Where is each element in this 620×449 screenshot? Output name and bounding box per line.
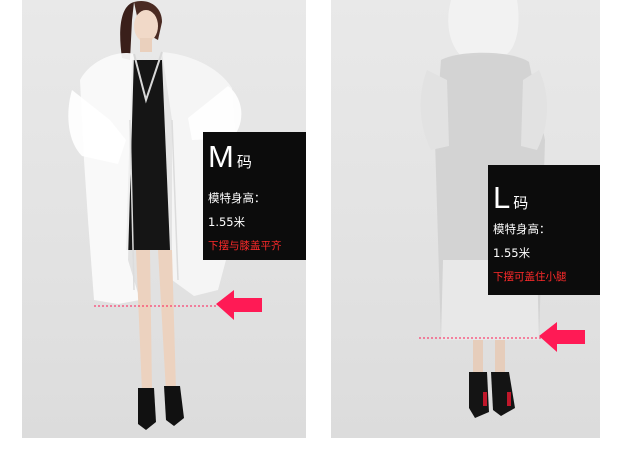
size-label-l: L码 模特身高： 1.55米 下摆可盖住小腿 — [488, 165, 600, 295]
model-height-value: 1.55米 — [493, 246, 531, 260]
size-label-m: M码 模特身高： 1.55米 下摆与膝盖平齐 — [203, 132, 306, 260]
size-unit: 码 — [513, 194, 529, 212]
model-height-value: 1.55米 — [208, 215, 246, 229]
hem-note: 下摆与膝盖平齐 — [208, 240, 282, 252]
hem-note: 下摆可盖住小腿 — [493, 271, 567, 283]
model-height-label: 模特身高： — [208, 191, 266, 205]
size-letter: M — [208, 139, 234, 174]
model-height-label: 模特身高： — [493, 222, 551, 236]
size-letter: L — [493, 180, 511, 215]
size-unit: 码 — [236, 153, 252, 171]
